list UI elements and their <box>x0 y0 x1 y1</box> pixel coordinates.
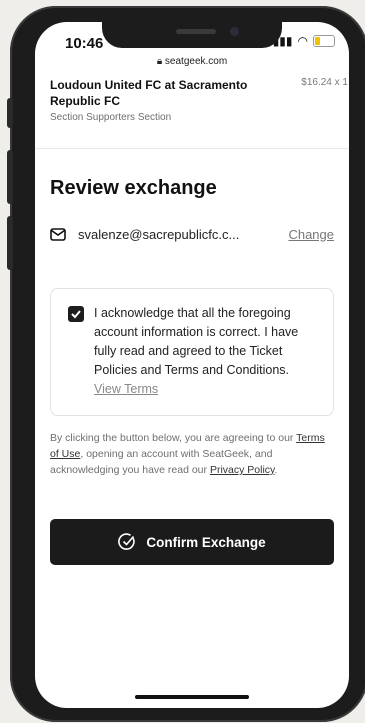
mute-switch <box>7 98 13 128</box>
volume-up-button <box>7 150 13 204</box>
divider <box>35 148 349 149</box>
view-terms-link[interactable]: View Terms <box>94 382 158 396</box>
screen: 10:46 ▮▮▮ ◠ 🔒︎ seatgeek.com Loudoun Unit… <box>35 22 349 708</box>
check-circle-icon <box>118 533 136 550</box>
email-value: svalenze@sacrepublicfc.c... <box>78 227 240 242</box>
event-title: Loudoun United FC at Sacramento Republic… <box>50 78 248 108</box>
url-bar[interactable]: 🔒︎ seatgeek.com <box>35 56 349 67</box>
status-icons: ▮▮▮ ◠ <box>273 34 335 48</box>
battery-icon <box>313 35 335 47</box>
url-text: seatgeek.com <box>164 56 228 67</box>
disclaimer-suffix: . <box>274 464 278 476</box>
status-time: 10:46 <box>65 35 104 52</box>
notch <box>102 20 282 48</box>
checkbox-icon[interactable] <box>68 306 84 322</box>
page-title: Review exchange <box>50 177 217 199</box>
event-price: $16.24 x 1 <box>301 77 348 88</box>
disclaimer-prefix: By clicking the button below, you are ag… <box>50 432 297 444</box>
disclaimer: By clicking the button below, you are ag… <box>50 430 334 478</box>
change-link[interactable]: Change <box>288 227 334 242</box>
privacy-policy-link[interactable]: Privacy Policy <box>210 464 275 476</box>
event-summary: Loudoun United FC at Sacramento Republic… <box>50 77 348 123</box>
email-row: svalenze@sacrepublicfc.c... Change <box>50 227 334 242</box>
home-indicator[interactable] <box>135 695 249 699</box>
acknowledgement-text: I acknowledge that all the foregoing acc… <box>94 304 319 399</box>
confirm-label: Confirm Exchange <box>146 534 266 550</box>
acknowledgement-body: I acknowledge that all the foregoing acc… <box>94 306 299 377</box>
event-section: Section Supporters Section <box>50 112 172 123</box>
camera <box>230 27 239 36</box>
lock-icon: 🔒︎ <box>156 56 163 67</box>
volume-down-button <box>7 216 13 270</box>
confirm-exchange-button[interactable]: Confirm Exchange <box>50 519 334 565</box>
wifi-icon: ◠ <box>297 34 308 48</box>
mail-icon <box>50 228 66 241</box>
speaker <box>176 29 216 34</box>
acknowledgement-box: I acknowledge that all the foregoing acc… <box>50 288 334 416</box>
